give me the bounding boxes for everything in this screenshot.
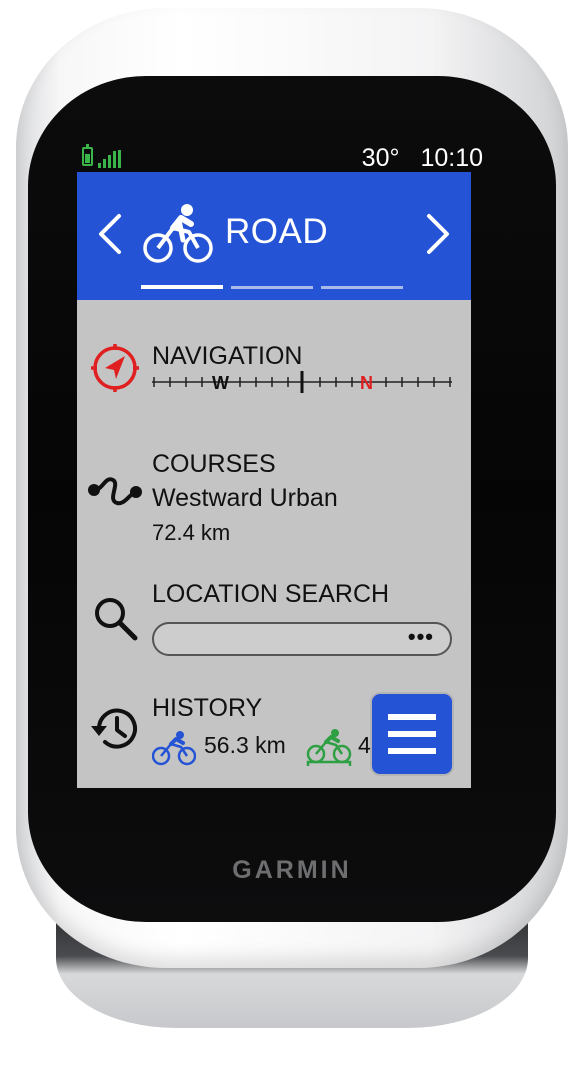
menu-icon [388, 714, 436, 720]
profile-header: ROAD [77, 172, 471, 300]
compass-west-label: W [212, 373, 229, 393]
chevron-right-icon[interactable] [423, 212, 453, 256]
status-right: 30° 10:10 [362, 144, 483, 173]
history-title: HISTORY [152, 694, 263, 722]
course-distance: 72.4 km [152, 520, 231, 545]
profile-name: ROAD [225, 212, 329, 251]
course-name: Westward Urban [152, 484, 338, 512]
page-indicator-segment-1 [141, 285, 223, 289]
main-menu-button[interactable] [372, 694, 452, 774]
navigation-title: NAVIGATION [152, 342, 303, 370]
history-clock-icon [91, 708, 137, 749]
page-indicator [141, 285, 407, 290]
page-indicator-segment-2 [231, 286, 313, 289]
location-search-title: LOCATION SEARCH [152, 580, 390, 608]
history-indoor-distance: 4 [358, 732, 371, 758]
indoor-bike-icon [306, 729, 352, 766]
location-search-field[interactable]: ••• [152, 622, 452, 656]
compass-north-label: N [360, 373, 373, 393]
touch-screen: ROAD NAVIGATION W N COURSES Westward Urb… [77, 172, 471, 788]
road-bike-icon [143, 204, 213, 263]
temperature-readout: 30° [361, 144, 400, 172]
navigation-arrow-icon [91, 344, 139, 392]
compass-tape: W N [152, 371, 452, 393]
course-route-icon [88, 477, 142, 506]
more-options-icon[interactable]: ••• [408, 624, 434, 650]
gps-signal-icon [98, 150, 124, 168]
courses-title: COURSES [152, 450, 276, 478]
road-bike-icon [152, 731, 196, 766]
chevron-left-icon[interactable] [95, 212, 125, 256]
history-road-distance: 56.3 km [204, 732, 286, 758]
page-indicator-segment-3 [321, 286, 403, 289]
brand-logo: GARMIN [232, 856, 352, 884]
battery-full-icon [82, 144, 93, 166]
clock-time: 10:10 [420, 144, 483, 172]
search-icon [95, 598, 138, 641]
location-search-input[interactable] [166, 627, 400, 653]
